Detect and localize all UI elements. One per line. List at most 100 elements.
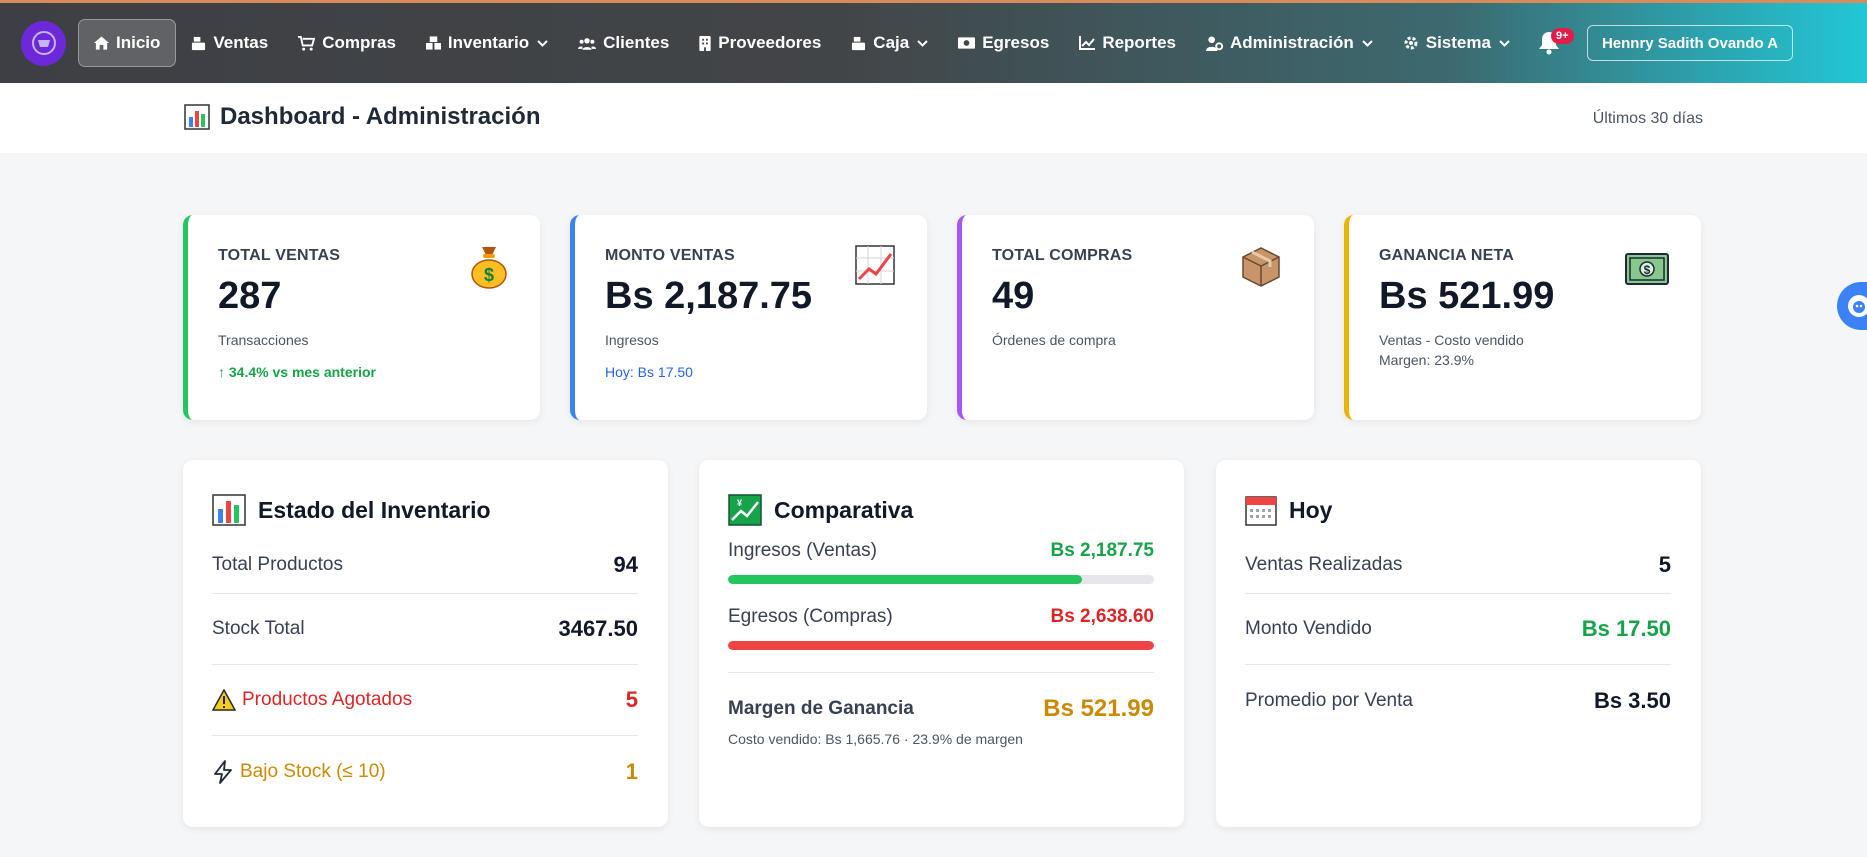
nav-label: Proveedores <box>718 33 822 52</box>
panel-title-text: Estado del Inventario <box>258 496 491 523</box>
gear-icon <box>1404 36 1418 50</box>
boxes-icon <box>425 36 441 50</box>
nav-ventas[interactable]: Ventas <box>176 19 283 67</box>
stat-card-ganancia-neta: GANANCIA NETA Bs 521.99 Ventas - Costo v… <box>1344 215 1701 420</box>
building-icon <box>699 35 711 51</box>
nav-label: Sistema <box>1425 33 1491 52</box>
app-logo[interactable] <box>21 20 66 66</box>
stat-sub: Ventas - Costo vendido Margen: 23.9% <box>1379 330 1701 370</box>
warning-icon <box>212 689 236 711</box>
chevron-down-icon <box>1499 39 1510 47</box>
today-row-promedio: Promedio por Venta Bs 3.50 <box>1245 665 1671 736</box>
nav-caja[interactable]: Caja <box>836 19 943 67</box>
nav-egresos[interactable]: Egresos <box>943 19 1064 67</box>
nav-label: Caja <box>873 33 910 52</box>
today-row-monto: Monto Vendido Bs 17.50 <box>1245 594 1671 665</box>
cash-register-icon <box>192 36 206 50</box>
stat-trend: ↑ 34.4% vs mes anterior <box>218 364 376 380</box>
home-icon <box>94 36 109 50</box>
robot-icon <box>1848 295 1867 317</box>
row-label: Promedio por Venta <box>1245 689 1413 711</box>
page-title: Dashboard - Administración <box>184 103 540 131</box>
chatbot-button[interactable] <box>1837 282 1867 330</box>
egresos-bar <box>728 641 1154 650</box>
top-navbar: Inicio Ventas Compras Inventario Cliente… <box>0 0 1867 83</box>
money-bag-icon: $ <box>471 247 507 289</box>
today-row-ventas: Ventas Realizadas 5 <box>1245 536 1671 594</box>
row-value: 94 <box>613 551 638 577</box>
inventory-row-bajo-stock: Bajo Stock (≤ 10) 1 <box>212 736 638 807</box>
egresos-bar-fill <box>728 641 1154 650</box>
chevron-down-icon <box>537 39 548 47</box>
notifications-badge: 9+ <box>1550 28 1574 44</box>
nav-label: Ventas <box>213 33 269 52</box>
row-label: Productos Agotados <box>212 689 412 711</box>
logo-icon <box>31 31 56 55</box>
stat-trend: Hoy: Bs 17.50 <box>605 364 693 380</box>
row-label-text: Bajo Stock (≤ 10) <box>240 760 386 782</box>
page-header: Dashboard - Administración Últimos 30 dí… <box>0 83 1867 153</box>
calendar-icon <box>1245 496 1277 526</box>
row-value: Bs 3.50 <box>1593 687 1671 713</box>
nav-proveedores[interactable]: Proveedores <box>684 19 836 67</box>
chart-increasing-icon <box>855 245 895 285</box>
stat-sub: Transacciones <box>218 332 309 348</box>
ingresos-value: Bs 2,187.75 <box>1050 540 1154 561</box>
stat-sub: Ingresos <box>605 332 659 348</box>
ingresos-bar-fill <box>728 575 1082 584</box>
inventory-row-agotados: Productos Agotados 5 <box>212 665 638 736</box>
users-icon <box>578 37 597 50</box>
inventory-panel: Estado del Inventario Total Productos 94… <box>183 460 668 827</box>
lightning-icon <box>214 759 232 784</box>
margin-label: Margen de Ganancia <box>728 698 914 719</box>
cart-icon <box>298 35 316 51</box>
stat-card-monto-ventas: MONTO VENTAS Bs 2,187.75 Ingresos Hoy: B… <box>570 215 927 420</box>
panel-title: Hoy <box>1245 492 1671 528</box>
row-label: Monto Vendido <box>1245 618 1372 639</box>
notifications-button[interactable]: 9+ <box>1529 19 1574 67</box>
nav-reportes[interactable]: Reportes <box>1064 19 1191 67</box>
row-label: Total Productos <box>212 553 343 575</box>
nav-compras[interactable]: Compras <box>283 19 411 67</box>
egresos-label: Egresos (Compras) <box>728 606 893 627</box>
nav-inicio[interactable]: Inicio <box>78 19 177 67</box>
nav-clientes[interactable]: Clientes <box>563 19 684 67</box>
egresos-value: Bs 2,638.60 <box>1050 606 1154 627</box>
row-value: Bs 17.50 <box>1581 616 1671 641</box>
chevron-down-icon <box>1362 39 1373 47</box>
ingresos-label: Ingresos (Ventas) <box>728 540 877 561</box>
row-label: Ventas Realizadas <box>1245 553 1403 575</box>
stat-sub-line: Ventas - Costo vendido <box>1379 332 1524 348</box>
nav-label: Inicio <box>116 33 161 52</box>
row-label-text: Productos Agotados <box>242 689 413 710</box>
nav-label: Egresos <box>982 33 1050 52</box>
inventory-row-stock-total: Stock Total 3467.50 <box>212 594 638 665</box>
row-value: 3467.50 <box>558 616 638 641</box>
comparativa-panel: ¥ Comparativa Ingresos (Ventas) Bs 2,187… <box>699 460 1184 827</box>
stat-card-total-ventas: TOTAL VENTAS 287 Transacciones ↑ 34.4% v… <box>183 215 540 420</box>
nav-sistema[interactable]: Sistema <box>1388 19 1525 67</box>
ingresos-block: Ingresos (Ventas) Bs 2,187.75 <box>728 540 1154 584</box>
svg-text:$: $ <box>1644 263 1651 277</box>
panel-title: Estado del Inventario <box>212 492 638 528</box>
chevron-down-icon <box>917 39 928 47</box>
nav-label: Inventario <box>447 33 530 52</box>
panel-title-text: Hoy <box>1289 496 1333 523</box>
cash-register-icon <box>852 36 866 50</box>
nav-inventario[interactable]: Inventario <box>411 19 563 67</box>
user-menu-button[interactable]: Hennry Sadith Ovando A <box>1586 25 1794 61</box>
row-label: Stock Total <box>212 618 305 639</box>
nav-administracion[interactable]: Administración <box>1191 19 1388 67</box>
stat-sub-margin: Margen: 23.9% <box>1379 352 1474 368</box>
user-gear-icon <box>1206 35 1223 51</box>
stat-card-total-compras: TOTAL COMPRAS 49 Órdenes de compra <box>957 215 1314 420</box>
bar-chart-icon <box>212 494 246 526</box>
margin-value: Bs 521.99 <box>1043 695 1154 722</box>
row-value: 1 <box>625 758 638 784</box>
dollar-banknote-icon: $ <box>1625 253 1669 285</box>
svg-text:$: $ <box>484 265 494 285</box>
user-name: Hennry Sadith Ovando A <box>1601 34 1779 52</box>
row-label: Bajo Stock (≤ 10) <box>212 759 386 784</box>
panel-title-text: Comparativa <box>774 496 914 523</box>
chart-line-icon <box>1079 36 1096 50</box>
